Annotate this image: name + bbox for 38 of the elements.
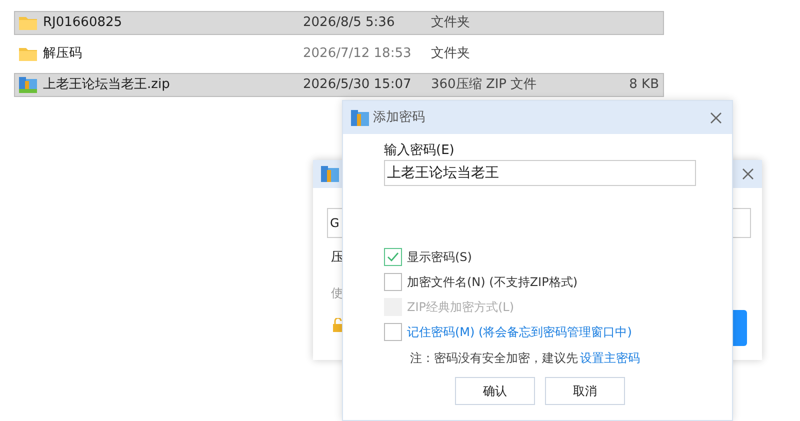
- file-name: RJ01660825: [43, 14, 124, 32]
- date-cell-text: 2026/7/12 18:53: [303, 45, 412, 64]
- dialog-button[interactable]: 取消: [545, 377, 625, 405]
- checkbox[interactable]: [384, 273, 402, 291]
- checkbox[interactable]: [384, 323, 402, 341]
- checkbox[interactable]: [384, 248, 402, 266]
- option-label: 显示密码(S): [407, 249, 472, 266]
- type-cell-text: 文件夹: [431, 45, 471, 64]
- archive-icon: [19, 77, 37, 93]
- option-label: ZIP经典加密方式(L): [407, 299, 514, 316]
- close-icon[interactable]: [742, 168, 754, 180]
- dialog-button[interactable]: 确认: [455, 377, 535, 405]
- option-label: 加密文件名(N) (不支持ZIP格式): [407, 274, 578, 291]
- archive-icon: [351, 110, 369, 126]
- date-cell-text: 2026/8/5 5:36: [303, 14, 396, 32]
- date-cell-text: 2026/5/30 15:07: [303, 76, 412, 94]
- option-link-label: 记住密码(M) (将会备忘到密码管理窗口中): [407, 324, 632, 341]
- check-icon: [387, 252, 399, 262]
- folder-icon: [19, 47, 37, 61]
- file-name: 上老王论坛当老王.zip: [43, 76, 171, 94]
- type-cell-text: 360压缩 ZIP 文件: [431, 76, 538, 94]
- set-master-password-link[interactable]: 设置主密码: [580, 349, 640, 367]
- archive-icon: [321, 166, 339, 182]
- file-row[interactable]: 上老王论坛当老王.zip 2026/5/30 15:07 360压缩 ZIP 文件 8 KB: [14, 73, 664, 97]
- type-cell-text: 文件夹: [431, 14, 471, 32]
- close-icon[interactable]: [710, 112, 722, 124]
- file-row[interactable]: RJ01660825 2026/8/5 5:36 文件夹: [14, 11, 664, 35]
- file-name: 解压码: [43, 45, 83, 64]
- lock-icon: [333, 318, 343, 332]
- folder-icon: [19, 16, 37, 30]
- hint-text: 使: [331, 285, 343, 302]
- note-text: 注：密码没有安全加密，建议先: [410, 350, 578, 367]
- password-field[interactable]: 上老王论坛当老王: [384, 160, 696, 186]
- field-label: 输入密码(E): [384, 143, 456, 159]
- size-cell-text: 8 KB: [628, 76, 660, 94]
- action-button[interactable]: [733, 310, 747, 346]
- window-title: 添加密码: [373, 108, 426, 127]
- file-row[interactable]: 解压码 2026/7/12 18:53 文件夹: [14, 42, 664, 66]
